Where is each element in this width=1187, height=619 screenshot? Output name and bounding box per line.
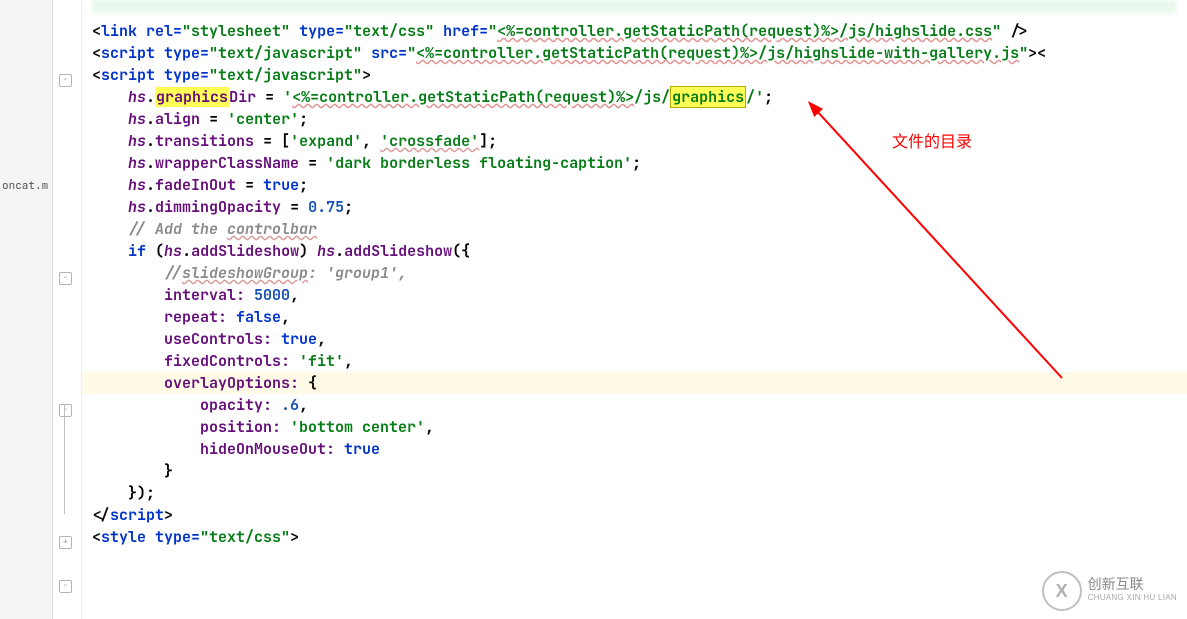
- code-line[interactable]: </script>: [82, 504, 1187, 526]
- blurred-header: [92, 0, 1177, 14]
- code-line[interactable]: <style type="text/css">: [82, 526, 1187, 548]
- editor-root: oncat.m − − − + − <link rel="stylesheet"…: [0, 0, 1187, 619]
- code-line[interactable]: hs.dimmingOpacity = 0.75;: [82, 196, 1187, 218]
- code-line[interactable]: <script type="text/javascript">: [82, 64, 1187, 86]
- code-line[interactable]: interval: 5000,: [82, 284, 1187, 306]
- code-line[interactable]: <link rel="stylesheet" type="text/css" h…: [82, 20, 1187, 42]
- code-line[interactable]: position: 'bottom center',: [82, 416, 1187, 438]
- code-line[interactable]: fixedControls: 'fit',: [82, 350, 1187, 372]
- sidebar-file[interactable]: oncat.m: [0, 175, 52, 197]
- code-line[interactable]: if (hs.addSlideshow) hs.addSlideshow({: [82, 240, 1187, 262]
- fold-marker[interactable]: +: [59, 536, 72, 549]
- fold-marker[interactable]: −: [59, 74, 72, 87]
- highlight-graphics: graphics: [155, 87, 229, 107]
- code-line[interactable]: hideOnMouseOut: true: [82, 438, 1187, 460]
- code-line[interactable]: //slideshowGroup: 'group1',: [82, 262, 1187, 284]
- code-line[interactable]: repeat: false,: [82, 306, 1187, 328]
- logo-text-en: CHUANG XIN HU LIAN: [1088, 591, 1177, 605]
- code-line-highlighted[interactable]: overlayOptions: {: [82, 372, 1187, 394]
- gutter[interactable]: − − − + −: [53, 0, 82, 619]
- code-line[interactable]: // Add the controlbar: [82, 218, 1187, 240]
- code-line[interactable]: hs.align = 'center';: [82, 108, 1187, 130]
- fold-marker[interactable]: −: [59, 272, 72, 285]
- code-line[interactable]: hs.transitions = ['expand', 'crossfade']…: [82, 130, 1187, 152]
- fold-marker[interactable]: −: [59, 404, 72, 417]
- code-line[interactable]: <script type="text/javascript" src="<%=c…: [82, 42, 1187, 64]
- annotation-label: 文件的目录: [892, 128, 972, 152]
- fold-marker[interactable]: −: [59, 580, 72, 593]
- logo-text-cn: 创新互联: [1088, 577, 1177, 591]
- code-editor[interactable]: <link rel="stylesheet" type="text/css" h…: [82, 0, 1187, 619]
- project-sidebar[interactable]: oncat.m: [0, 0, 53, 619]
- code-line[interactable]: hs.graphicsDir = '<%=controller.getStati…: [82, 86, 1187, 108]
- code-line[interactable]: }: [82, 460, 1187, 482]
- code-line[interactable]: });: [82, 482, 1187, 504]
- code-line[interactable]: opacity: .6,: [82, 394, 1187, 416]
- logo-icon: X: [1042, 571, 1082, 611]
- code-line[interactable]: hs.wrapperClassName = 'dark borderless f…: [82, 152, 1187, 174]
- code-line[interactable]: hs.fadeInOut = true;: [82, 174, 1187, 196]
- code-line[interactable]: useControls: true,: [82, 328, 1187, 350]
- watermark-logo: X 创新互联 CHUANG XIN HU LIAN: [1042, 571, 1177, 611]
- highlight-graphics-path: graphics: [670, 86, 746, 108]
